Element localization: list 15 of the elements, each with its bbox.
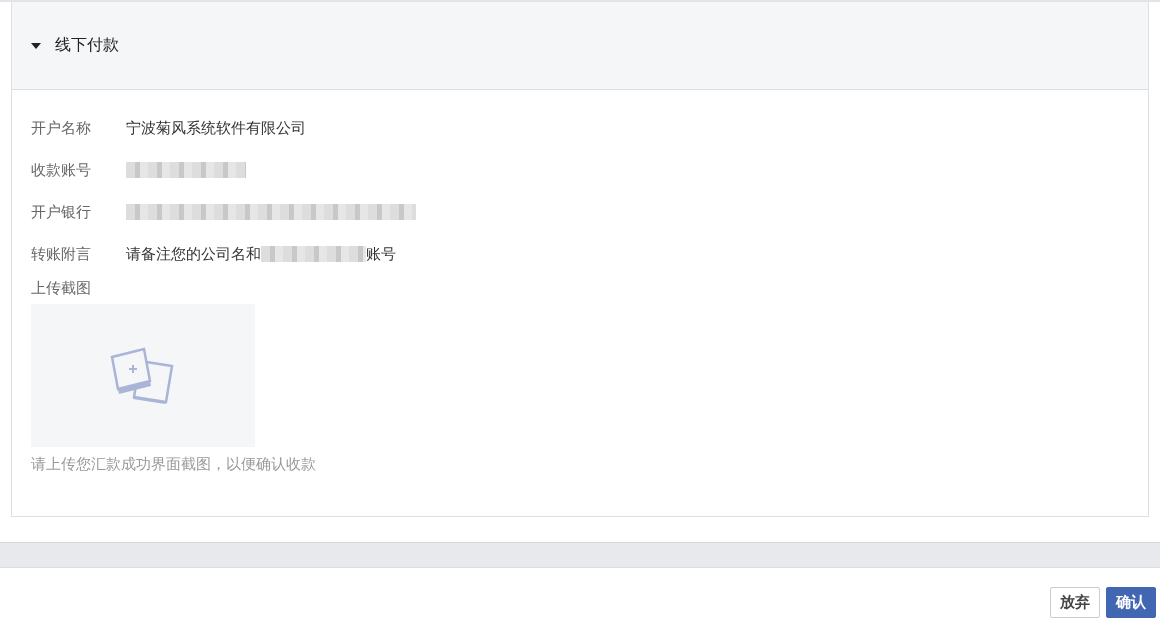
upload-area[interactable]	[31, 304, 255, 447]
field-value: 宁波菊风系统软件有限公司	[126, 118, 306, 138]
add-image-icon	[110, 346, 176, 405]
upload-hint: 请上传您汇款成功界面截图，以便确认收款	[31, 455, 317, 474]
cancel-button[interactable]: 放弃	[1050, 587, 1100, 618]
field-value: 请备注您的公司名和	[126, 244, 261, 264]
field-value: 账号	[366, 244, 396, 264]
section-header[interactable]: 线下付款	[12, 2, 1148, 90]
field-label: 开户银行	[31, 202, 92, 222]
field-label: 开户名称	[31, 118, 92, 138]
confirm-button[interactable]: 确认	[1106, 587, 1156, 618]
section-title: 线下付款	[55, 35, 119, 56]
field-label: 收款账号	[31, 160, 92, 180]
upload-label: 上传截图	[31, 279, 92, 298]
field-label: 转账附言	[31, 244, 92, 264]
